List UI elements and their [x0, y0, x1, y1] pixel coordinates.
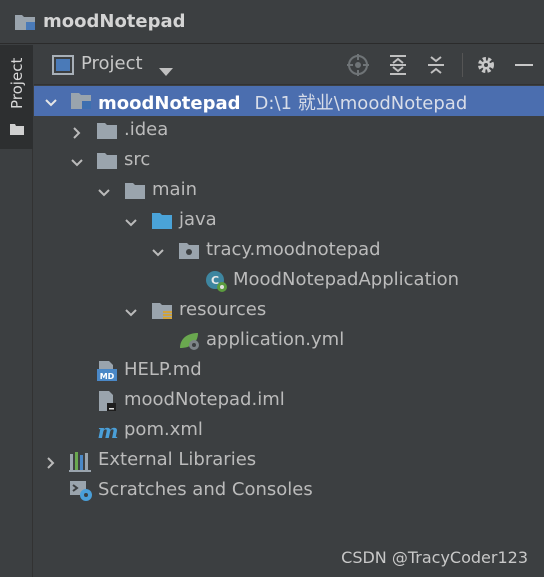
tree-item-label: resources	[179, 299, 267, 320]
markdown-file-icon: MD	[96, 360, 118, 382]
chevron-down-icon[interactable]	[124, 304, 138, 318]
project-panel-header: Project	[34, 45, 544, 85]
chevron-right-icon[interactable]	[70, 124, 84, 139]
root-label: moodNotepad D:\1 就业\moodNotepad	[98, 89, 467, 115]
tree-item-label: MoodNotepadApplication	[233, 269, 460, 290]
expand-all-icon[interactable]	[386, 53, 410, 77]
svg-text:MD: MD	[100, 372, 115, 381]
project-tree: moodNotepad D:\1 就业\moodNotepad .idea src…	[34, 86, 544, 577]
watermark: CSDN @TracyCoder123	[341, 548, 528, 567]
chevron-down-icon[interactable]	[151, 244, 165, 258]
tree-item-main[interactable]: main	[34, 176, 544, 206]
chevron-down-icon[interactable]	[124, 214, 138, 228]
chevron-down-icon[interactable]	[97, 184, 111, 198]
tree-item-root[interactable]: moodNotepad D:\1 就业\moodNotepad	[34, 86, 544, 116]
panel-title[interactable]: Project	[81, 53, 143, 74]
project-view-icon	[52, 55, 74, 79]
tree-item-idea[interactable]: .idea	[34, 116, 544, 146]
locate-icon[interactable]	[346, 53, 370, 77]
folder-icon	[10, 120, 24, 139]
module-file-icon	[96, 390, 118, 412]
folder-icon	[96, 120, 118, 142]
source-folder-icon	[151, 210, 173, 232]
tree-item-label: .idea	[124, 119, 169, 140]
tree-item-src[interactable]: src	[34, 146, 544, 176]
gear-icon[interactable]	[474, 53, 498, 77]
root-path: D:\1 就业\moodNotepad	[254, 93, 468, 114]
svg-text:m: m	[97, 420, 118, 442]
toolbar-separator	[462, 53, 463, 77]
tree-item-app-class[interactable]: C MoodNotepadApplication	[34, 266, 544, 296]
maven-icon: m	[96, 419, 118, 443]
tree-item-iml[interactable]: moodNotepad.iml	[34, 386, 544, 416]
tree-item-label: Scratches and Consoles	[98, 479, 313, 500]
chevron-down-icon[interactable]	[44, 94, 58, 108]
chevron-down-icon[interactable]	[70, 154, 84, 168]
folder-icon	[96, 150, 118, 172]
tree-item-label: tracy.moodnotepad	[206, 239, 381, 260]
spring-boot-class-icon: C	[204, 269, 227, 292]
tree-item-java[interactable]: java	[34, 206, 544, 236]
tree-item-resources[interactable]: resources	[34, 296, 544, 326]
chevron-down-icon[interactable]	[159, 61, 173, 80]
tree-item-label: HELP.md	[124, 359, 202, 380]
tree-item-label: main	[152, 179, 197, 200]
tool-window-strip: Project	[0, 45, 33, 577]
window-title: moodNotepad	[43, 11, 186, 32]
tree-item-label: application.yml	[206, 329, 345, 350]
minimize-icon[interactable]	[512, 53, 536, 77]
tree-item-label: moodNotepad.iml	[124, 389, 285, 410]
tree-item-scratches[interactable]: Scratches and Consoles	[34, 476, 544, 506]
project-folder-icon	[70, 90, 92, 112]
tree-item-app-yml[interactable]: application.yml	[34, 326, 544, 356]
tree-item-external-libraries[interactable]: External Libraries	[34, 446, 544, 476]
project-folder-icon	[14, 13, 36, 31]
tree-item-pom[interactable]: m pom.xml	[34, 416, 544, 446]
library-icon	[69, 450, 91, 472]
tree-item-help-md[interactable]: MD HELP.md	[34, 356, 544, 386]
tree-item-label: java	[179, 209, 217, 230]
tree-item-label: External Libraries	[98, 449, 257, 470]
project-tab-label: Project	[8, 57, 26, 109]
tree-item-package[interactable]: tracy.moodnotepad	[34, 236, 544, 266]
resources-folder-icon	[151, 300, 173, 322]
root-name: moodNotepad	[98, 93, 241, 114]
tree-item-label: pom.xml	[124, 419, 203, 440]
title-bar: moodNotepad	[0, 0, 544, 44]
scratches-icon	[69, 480, 92, 502]
folder-icon	[124, 180, 146, 202]
package-icon	[178, 240, 200, 262]
collapse-all-icon[interactable]	[424, 53, 448, 77]
chevron-right-icon[interactable]	[44, 454, 58, 469]
project-tool-tab[interactable]: Project	[0, 45, 33, 149]
tree-item-label: src	[124, 149, 151, 170]
spring-config-icon	[178, 330, 200, 352]
